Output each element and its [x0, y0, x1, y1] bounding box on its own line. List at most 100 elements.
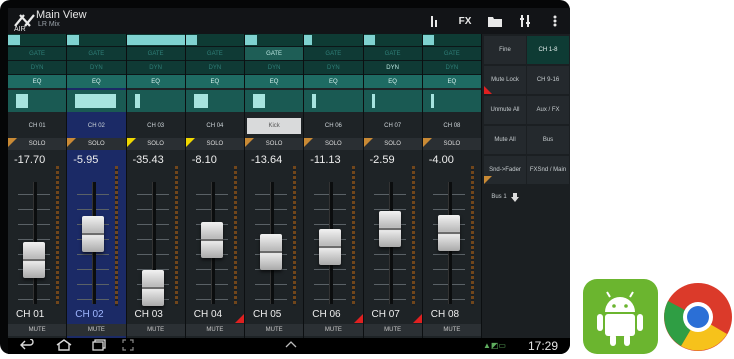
folder-icon[interactable]	[480, 8, 510, 34]
eq-preview[interactable]	[8, 90, 67, 112]
app-title: Main View	[36, 9, 87, 21]
channel-select-bar[interactable]	[185, 34, 244, 46]
channel-select-bar[interactable]	[8, 34, 67, 46]
meters-icon[interactable]	[420, 8, 450, 34]
screenshot-icon[interactable]	[122, 339, 134, 351]
bank-ch1-8-button[interactable]: CH 1-8	[527, 36, 569, 64]
dyn-button[interactable]: DYN	[8, 60, 67, 74]
fader-value: -2.59	[369, 154, 395, 166]
channel-name[interactable]: CH 01	[10, 118, 64, 134]
channel-select-bar[interactable]	[363, 34, 422, 46]
solo-indicator	[363, 138, 373, 147]
channel-name[interactable]: CH 03	[129, 118, 183, 134]
channel-name[interactable]: Kick	[247, 118, 302, 134]
channel-name[interactable]: CH 02	[69, 118, 123, 134]
eq-button[interactable]: EQ	[363, 74, 422, 88]
solo-indicator	[422, 138, 432, 147]
gate-button[interactable]: GATE	[245, 46, 304, 60]
channel-label-bottom: CH 08	[430, 309, 460, 320]
level-meter	[115, 166, 119, 306]
channel-name[interactable]: CH 04	[188, 118, 242, 134]
fader-handle[interactable]	[23, 242, 45, 278]
gate-button[interactable]: GATE	[185, 46, 244, 60]
mute-button[interactable]: MUTE	[185, 324, 244, 336]
dyn-button[interactable]: DYN	[422, 60, 481, 74]
solo-indicator	[304, 138, 314, 147]
eq-button[interactable]: EQ	[245, 74, 304, 88]
mute-all-button[interactable]: Mute All	[484, 126, 526, 154]
bank-bus-button[interactable]: Bus	[527, 126, 569, 154]
mute-button[interactable]: MUTE	[422, 324, 481, 336]
recent-apps-icon[interactable]	[92, 339, 106, 351]
mute-button[interactable]: MUTE	[363, 324, 422, 336]
eq-preview[interactable]	[245, 90, 304, 112]
level-meter	[174, 166, 178, 306]
eq-button[interactable]: EQ	[8, 74, 67, 88]
gate-button[interactable]: GATE	[363, 46, 422, 60]
channel-select-bar[interactable]	[67, 34, 126, 46]
eq-preview[interactable]	[422, 90, 481, 112]
channel-name[interactable]: CH 08	[425, 118, 479, 134]
gate-button[interactable]: GATE	[304, 46, 363, 60]
eq-preview[interactable]	[363, 90, 422, 112]
mute-button[interactable]: MUTE	[8, 324, 67, 336]
bank-aux-fx-button[interactable]: Aux / FX	[527, 96, 569, 124]
fader-handle[interactable]	[200, 222, 223, 258]
channel-select-bar[interactable]	[422, 34, 481, 46]
mute-button[interactable]: MUTE	[245, 324, 304, 336]
fader-handle[interactable]	[378, 211, 401, 247]
gate-button[interactable]: GATE	[8, 46, 67, 60]
chevron-up-icon[interactable]	[284, 339, 298, 349]
channel-label-bottom: CH 03	[134, 309, 163, 320]
dyn-button[interactable]: DYN	[126, 60, 185, 74]
fader-handle[interactable]	[319, 229, 342, 265]
fader-handle[interactable]	[82, 216, 105, 252]
dyn-button[interactable]: DYN	[185, 60, 244, 74]
chrome-logo-icon	[662, 279, 734, 354]
eq-preview[interactable]	[126, 90, 185, 112]
gate-button[interactable]: GATE	[67, 46, 126, 60]
channel-name[interactable]: CH 06	[306, 118, 360, 134]
overflow-menu-icon[interactable]	[540, 8, 570, 34]
fine-button[interactable]: Fine	[484, 36, 526, 64]
channel-select-bar[interactable]	[245, 34, 304, 46]
routing-icon[interactable]	[510, 8, 540, 34]
mute-button[interactable]: MUTE	[67, 324, 126, 336]
arrow-down-icon	[510, 192, 519, 202]
solo-indicator	[8, 138, 17, 147]
fader-handle[interactable]	[260, 234, 282, 270]
bus-selector[interactable]: Bus 1	[484, 186, 526, 208]
channel-select-bar[interactable]	[126, 34, 185, 46]
eq-preview[interactable]	[67, 90, 126, 112]
channel-select-bar[interactable]	[304, 34, 363, 46]
eq-button[interactable]: EQ	[422, 74, 481, 88]
status-icons: ▲◩▭	[482, 341, 506, 350]
dyn-button[interactable]: DYN	[304, 60, 363, 74]
dyn-button[interactable]: DYN	[363, 60, 422, 74]
bank-fxsnd-main-button[interactable]: FXSnd / Main	[527, 156, 569, 184]
home-icon[interactable]	[56, 339, 72, 351]
fader-handle[interactable]	[437, 215, 460, 251]
eq-button[interactable]: EQ	[185, 74, 244, 88]
system-nav-bar: ▲◩▭ 17:29	[8, 338, 570, 354]
fader-value: -35.43	[132, 154, 164, 166]
mute-button[interactable]: MUTE	[304, 324, 363, 336]
eq-button[interactable]: EQ	[304, 74, 363, 88]
mute-button[interactable]: MUTE	[126, 324, 185, 336]
back-icon[interactable]	[20, 339, 34, 351]
fx-button[interactable]: FX	[450, 8, 480, 34]
gate-button[interactable]: GATE	[422, 46, 481, 60]
dyn-button[interactable]: DYN	[67, 60, 126, 74]
eq-button[interactable]: EQ	[126, 74, 185, 88]
eq-button[interactable]: EQ	[67, 74, 126, 88]
unmute-all-button[interactable]: Unmute All	[484, 96, 526, 124]
fader-value: -8.10	[191, 154, 217, 166]
fader-handle[interactable]	[141, 270, 164, 306]
dyn-button[interactable]: DYN	[245, 60, 304, 74]
eq-preview[interactable]	[304, 90, 363, 112]
gate-button[interactable]: GATE	[126, 46, 185, 60]
bank-ch9-16-button[interactable]: CH 9-16	[527, 66, 569, 94]
eq-preview[interactable]	[185, 90, 244, 112]
level-meter	[233, 166, 237, 306]
channel-name[interactable]: CH 07	[366, 118, 420, 134]
